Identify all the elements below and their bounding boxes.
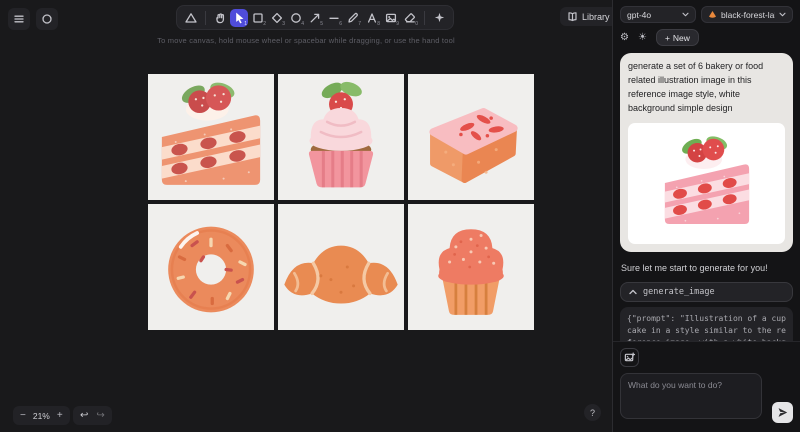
canvas-image-donut[interactable]	[148, 204, 274, 330]
sidebar-header: gpt-4o black-forest-lab ⚙ ☀	[613, 0, 800, 46]
tool-shortcut: 5	[320, 21, 323, 27]
reference-cake-illustration	[653, 129, 761, 237]
history-control: ↩ ↪	[73, 406, 112, 425]
app-window: 1 2 3 4	[0, 0, 800, 432]
main-menu-button[interactable]	[8, 8, 30, 30]
loaf-cake-illustration	[408, 74, 534, 200]
tool-call-header[interactable]: generate_image	[620, 282, 793, 302]
undo-button[interactable]: ↩	[80, 410, 88, 421]
tool-call-name: generate_image	[643, 287, 715, 297]
strawberry-cake-illustration	[148, 74, 274, 200]
hamburger-icon	[13, 13, 25, 25]
canvas-image-muffin[interactable]	[408, 204, 534, 330]
send-button[interactable]	[772, 402, 793, 423]
tool-shortcut: 9	[396, 21, 399, 27]
question-icon: ?	[590, 408, 595, 418]
app-logo-icon	[41, 13, 53, 25]
line-tool[interactable]: 6	[325, 9, 343, 27]
zoom-out-button[interactable]: −	[20, 411, 26, 421]
tool-shortcut: 1	[244, 21, 247, 27]
image-plus-icon	[624, 352, 635, 363]
muffin-illustration	[408, 204, 534, 330]
provider-name: black-forest-lab	[721, 10, 775, 20]
library-label: Library	[582, 12, 610, 22]
attach-image-button[interactable]	[620, 348, 639, 367]
tool-call-arguments: {"prompt": "Illustration of a cupcake in…	[620, 307, 793, 341]
canvas-image-strawberry-cake[interactable]	[148, 74, 274, 200]
model-selector[interactable]: gpt-4o	[620, 6, 696, 23]
chevron-down-icon	[779, 12, 786, 17]
diamond-tool[interactable]: 3	[268, 9, 286, 27]
reference-image[interactable]	[628, 123, 785, 244]
prompt-input[interactable]	[620, 373, 762, 419]
app-logo-button[interactable]	[36, 8, 58, 30]
rectangle-tool[interactable]: 2	[249, 9, 267, 27]
hand-tool[interactable]	[211, 9, 229, 27]
zoom-level[interactable]: 21%	[33, 411, 50, 421]
toolbar-divider	[424, 11, 425, 25]
tool-toolbar: 1 2 3 4	[176, 5, 454, 30]
triangle-logo-icon	[184, 11, 198, 25]
new-chat-label: New	[673, 33, 690, 43]
spark-icon	[433, 11, 446, 24]
settings-gear-icon[interactable]: ⚙	[620, 32, 629, 44]
chat-sidebar: gpt-4o black-forest-lab ⚙ ☀	[612, 0, 800, 432]
ai-assets-tool[interactable]	[430, 9, 448, 27]
croissant-illustration	[278, 204, 404, 330]
canvas-hint-text: To move canvas, hold mouse wheel or spac…	[0, 36, 612, 45]
chat-thread[interactable]: generate a set of 6 bakery or food relat…	[613, 46, 800, 341]
canvas-image-croissant[interactable]	[278, 204, 404, 330]
cupcake-illustration	[278, 74, 404, 200]
tool-shortcut: 0	[415, 21, 418, 27]
arrow-tool[interactable]: 5	[306, 9, 324, 27]
eraser-tool[interactable]: 0	[401, 9, 419, 27]
composer	[613, 341, 800, 432]
canvas-area[interactable]: 1 2 3 4	[0, 0, 612, 432]
canvas-image-loaf-cake[interactable]	[408, 74, 534, 200]
text-tool[interactable]: 8	[363, 9, 381, 27]
tool-shortcut: 7	[358, 21, 361, 27]
image-tool[interactable]: 9	[382, 9, 400, 27]
assistant-message-text: Sure let me start to generate for you!	[621, 263, 792, 273]
new-chat-button[interactable]: + New	[656, 29, 699, 46]
book-icon	[567, 11, 578, 22]
zoom-in-button[interactable]: +	[57, 411, 63, 421]
hand-icon	[213, 11, 227, 25]
generated-image-grid	[148, 74, 534, 330]
donut-illustration	[148, 204, 274, 330]
black-forest-labs-icon	[708, 10, 717, 19]
paper-plane-icon	[777, 407, 788, 418]
canvas-logo-tool[interactable]	[182, 9, 200, 27]
plus-icon: +	[665, 33, 670, 43]
user-message-bubble: generate a set of 6 bakery or food relat…	[620, 53, 793, 252]
zoom-control: − 21% +	[13, 406, 70, 425]
user-message-text: generate a set of 6 bakery or food relat…	[628, 60, 785, 116]
theme-sun-icon[interactable]: ☀	[638, 32, 647, 44]
help-button[interactable]: ?	[584, 404, 601, 421]
provider-selector[interactable]: black-forest-lab	[701, 6, 793, 23]
tool-shortcut: 3	[282, 21, 285, 27]
toolbar-divider	[205, 11, 206, 25]
tool-shortcut: 6	[339, 21, 342, 27]
tool-shortcut: 4	[301, 21, 304, 27]
model-name: gpt-4o	[627, 10, 651, 20]
redo-button[interactable]: ↪	[96, 410, 104, 421]
ellipse-tool[interactable]: 4	[287, 9, 305, 27]
tool-shortcut: 2	[263, 21, 266, 27]
draw-tool[interactable]: 7	[344, 9, 362, 27]
library-button[interactable]: Library	[560, 7, 617, 26]
tool-shortcut: 8	[377, 21, 380, 27]
chevron-up-icon	[629, 289, 637, 295]
chevron-down-icon	[682, 12, 689, 17]
canvas-image-cupcake[interactable]	[278, 74, 404, 200]
select-tool[interactable]: 1	[230, 9, 248, 27]
